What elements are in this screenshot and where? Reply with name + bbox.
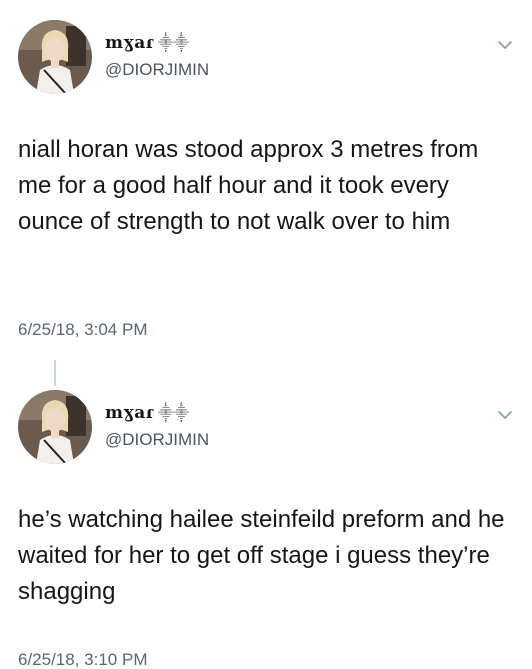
- profile-photo-icon: [18, 390, 92, 464]
- chevron-down-icon[interactable]: [498, 410, 512, 420]
- tweet-text: niall horan was stood approx 3 metres fr…: [18, 136, 479, 235]
- thread-connector-line: [54, 360, 56, 386]
- avatar[interactable]: [18, 390, 92, 464]
- tweet-timestamp[interactable]: 6/25/18, 3:10 PM: [18, 650, 147, 669]
- user-handle[interactable]: @DIORJIMIN: [105, 430, 209, 450]
- display-name[interactable]: mɣaɾ ⸎⸎: [105, 33, 189, 53]
- display-name[interactable]: mɣaɾ ⸎⸎: [105, 403, 189, 423]
- chevron-down-icon[interactable]: [498, 40, 512, 50]
- display-name-text: mɣaɾ: [105, 33, 154, 53]
- display-name-decoration: ⸎⸎: [157, 34, 190, 52]
- user-handle[interactable]: @DIORJIMIN: [105, 60, 209, 80]
- avatar[interactable]: [18, 20, 92, 94]
- profile-photo-icon: [18, 20, 92, 94]
- display-name-text: mɣaɾ: [105, 403, 154, 423]
- display-name-decoration: ⸎⸎: [157, 404, 190, 422]
- tweet-text: he’s watching hailee steinfeild preform …: [18, 506, 505, 605]
- tweet-timestamp[interactable]: 6/25/18, 3:04 PM: [18, 320, 147, 340]
